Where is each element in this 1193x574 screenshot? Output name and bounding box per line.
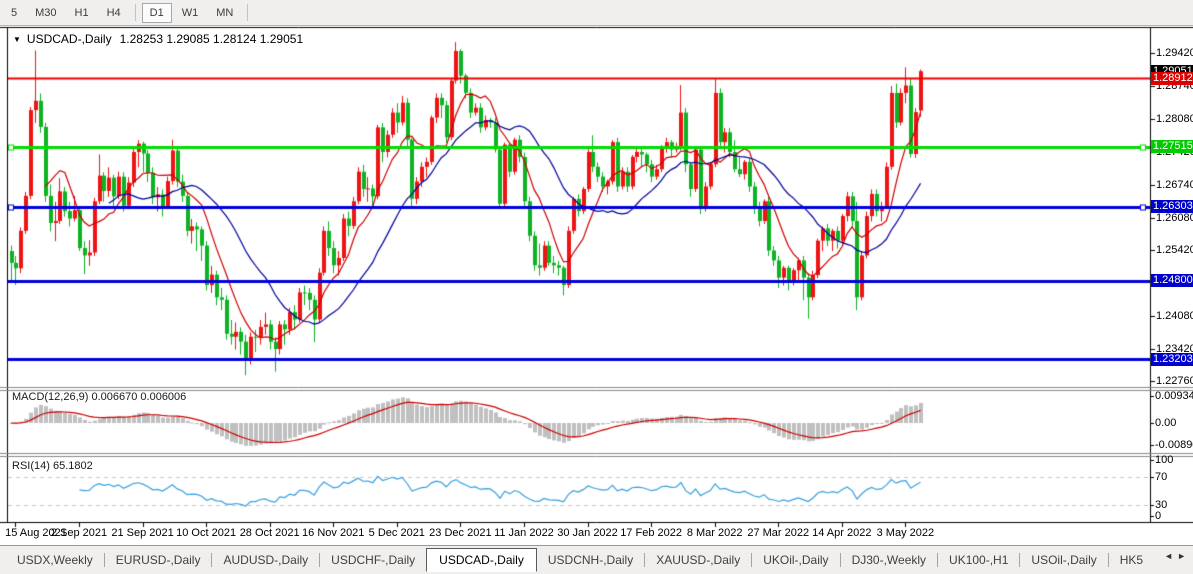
chart-tab-dj30[interactable]: DJ30-,Weekly: [841, 550, 937, 570]
date-axis[interactable]: [0, 522, 1150, 544]
timeframe-button-5[interactable]: 5: [3, 3, 25, 23]
rsi-indicator-label: RSI(14) 65.1802: [12, 460, 93, 472]
toolbar-separator: [247, 4, 248, 21]
hline-price-badge: 1.26303: [1151, 200, 1193, 213]
timeframe-button-h1[interactable]: H1: [67, 3, 97, 23]
chart-tab-audusd[interactable]: AUDUSD-,Daily: [212, 550, 319, 570]
chart-title-row: ▼ USDCAD-,Daily 1.28253 1.29085 1.28124 1.…: [13, 32, 303, 46]
macd-indicator-label: MACD(12,26,9) 0.006670 0.006006: [12, 391, 186, 403]
toolbar-separator: [135, 4, 136, 21]
timeframe-button-m30[interactable]: M30: [27, 3, 64, 23]
chart-tab-xauusd[interactable]: XAUUSD-,Daily: [645, 550, 751, 570]
chart-tab-usdchf[interactable]: USDCHF-,Daily: [320, 550, 426, 570]
chart-symbol-title: USDCAD-,Daily: [27, 32, 112, 46]
chart-canvas[interactable]: [0, 0, 1193, 574]
chart-ohlc-values: 1.28253 1.29085 1.28124 1.29051: [120, 32, 304, 46]
timeframe-button-mn[interactable]: MN: [208, 3, 241, 23]
timeframe-toolbar: 5M30H1H4 D1W1MN: [0, 0, 1193, 26]
chart-dropdown-icon[interactable]: ▼: [13, 35, 21, 44]
chart-tab-usdcnh[interactable]: USDCNH-,Daily: [537, 550, 644, 570]
terminal-window: 5M30H1H4 D1W1MN ▼ USDCAD-,Daily 1.28253 1.2…: [0, 0, 1193, 574]
chart-tab-usoil[interactable]: USOil-,Daily: [1020, 550, 1107, 570]
timeframe-button-d1[interactable]: D1: [142, 3, 172, 23]
chart-tab-ukoil[interactable]: UKOil-,Daily: [752, 550, 839, 570]
chart-tab-uk100[interactable]: UK100-,H1: [938, 550, 1019, 570]
timeframe-button-h4[interactable]: H4: [99, 3, 129, 23]
chart-tab-usdcad[interactable]: USDCAD-,Daily: [426, 548, 537, 572]
hline-price-badge: 1.28912: [1151, 72, 1193, 85]
chart-tab-hk5[interactable]: HK5: [1109, 550, 1154, 570]
hline-price-badge: 1.24800: [1151, 274, 1193, 287]
chart-tab-bar: USDX,WeeklyEURUSD-,DailyAUDUSD-,DailyUSD…: [0, 545, 1193, 574]
chart-tab-eurusd[interactable]: EURUSD-,Daily: [105, 550, 212, 570]
timeframe-button-w1[interactable]: W1: [174, 3, 207, 23]
tab-scroll-left-icon[interactable]: ◄: [1164, 551, 1177, 561]
tab-scroll-arrows: ◄►: [1164, 551, 1190, 561]
hline-price-badge: 1.27515: [1151, 140, 1193, 153]
hline-price-badge: 1.23203: [1151, 353, 1193, 366]
tab-scroll-right-icon[interactable]: ►: [1177, 551, 1190, 561]
chart-tab-usdx[interactable]: USDX,Weekly: [6, 550, 104, 570]
